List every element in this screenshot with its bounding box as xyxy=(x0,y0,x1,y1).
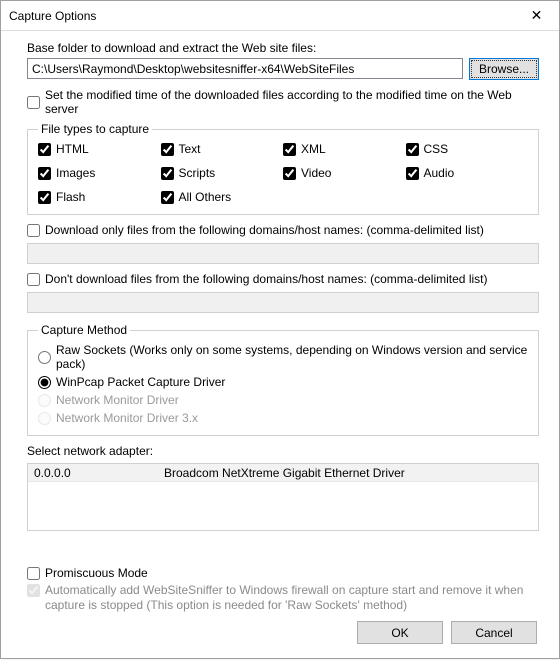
window-title: Capture Options xyxy=(9,9,96,23)
filetype-html-checkbox[interactable] xyxy=(38,143,51,156)
filetype-video-label: Video xyxy=(301,166,331,180)
capture-options-dialog: Capture Options ✕ Base folder to downloa… xyxy=(0,0,560,659)
radio-raw-sockets-label: Raw Sockets (Works only on some systems,… xyxy=(56,343,528,371)
capture-method-group: Capture Method Raw Sockets (Works only o… xyxy=(27,323,539,436)
radio-netmon-row: Network Monitor Driver xyxy=(38,393,528,407)
auto-firewall-row xyxy=(27,584,539,597)
download-only-label: Download only files from the following d… xyxy=(45,223,484,237)
filetype-xml-label: XML xyxy=(301,142,326,156)
radio-netmon3x xyxy=(38,412,51,425)
filetype-allothers-checkbox[interactable] xyxy=(161,191,174,204)
file-types-group: File types to capture HTML Text XML CSS … xyxy=(27,122,539,215)
filetype-allothers-label: All Others xyxy=(179,190,232,204)
dont-download-checkbox-row: Don't download files from the following … xyxy=(27,272,539,286)
radio-netmon3x-row: Network Monitor Driver 3.x xyxy=(38,411,528,425)
close-button[interactable]: ✕ xyxy=(514,1,559,30)
filetype-text-checkbox[interactable] xyxy=(161,143,174,156)
filetype-text-label: Text xyxy=(179,142,201,156)
browse-button[interactable]: Browse... xyxy=(469,58,539,80)
promiscuous-row: Promiscuous Mode xyxy=(27,566,539,580)
adapter-ip: 0.0.0.0 xyxy=(34,466,164,480)
spacer xyxy=(27,531,539,566)
cancel-button[interactable]: Cancel xyxy=(451,621,537,644)
filetype-html-label: HTML xyxy=(56,142,89,156)
dont-download-label: Don't download files from the following … xyxy=(45,272,487,286)
filetype-flash-checkbox[interactable] xyxy=(38,191,51,204)
promiscuous-label: Promiscuous Mode xyxy=(45,566,148,580)
ok-button[interactable]: OK xyxy=(357,621,443,644)
dialog-button-row: OK Cancel xyxy=(27,621,539,646)
adapter-row[interactable]: 0.0.0.0 Broadcom NetXtreme Gigabit Ether… xyxy=(28,464,538,482)
radio-winpcap-label: WinPcap Packet Capture Driver xyxy=(56,375,225,389)
radio-raw-sockets[interactable] xyxy=(38,351,51,364)
download-only-checkbox-row: Download only files from the following d… xyxy=(27,223,539,237)
capture-method-legend: Capture Method xyxy=(38,323,130,337)
filetype-css-checkbox[interactable] xyxy=(406,143,419,156)
base-folder-row: Browse... xyxy=(27,58,539,80)
base-folder-label: Base folder to download and extract the … xyxy=(27,41,539,55)
filetype-xml-checkbox[interactable] xyxy=(283,143,296,156)
content-area: Base folder to download and extract the … xyxy=(1,31,559,658)
filetype-flash-label: Flash xyxy=(56,190,85,204)
filetype-audio-checkbox[interactable] xyxy=(406,167,419,180)
adapter-label: Select network adapter: xyxy=(27,444,539,458)
dont-download-checkbox[interactable] xyxy=(27,273,40,286)
modified-time-label: Set the modified time of the downloaded … xyxy=(45,88,539,116)
filetype-scripts-checkbox[interactable] xyxy=(161,167,174,180)
promiscuous-checkbox[interactable] xyxy=(27,567,40,580)
file-types-legend: File types to capture xyxy=(38,122,152,136)
close-icon: ✕ xyxy=(531,7,543,24)
radio-netmon-label: Network Monitor Driver xyxy=(56,393,179,407)
filetype-video-checkbox[interactable] xyxy=(283,167,296,180)
file-types-grid: HTML Text XML CSS Images Scripts Video A… xyxy=(38,142,528,208)
auto-firewall-checkbox xyxy=(27,584,40,597)
filetype-audio-label: Audio xyxy=(424,166,455,180)
filetype-images-checkbox[interactable] xyxy=(38,167,51,180)
download-only-input[interactable] xyxy=(27,243,539,264)
adapter-list[interactable]: 0.0.0.0 Broadcom NetXtreme Gigabit Ether… xyxy=(27,463,539,531)
titlebar: Capture Options ✕ xyxy=(1,1,559,31)
adapter-name: Broadcom NetXtreme Gigabit Ethernet Driv… xyxy=(164,466,405,480)
radio-netmon xyxy=(38,394,51,407)
filetype-css-label: CSS xyxy=(424,142,449,156)
radio-winpcap[interactable] xyxy=(38,376,51,389)
modified-time-checkbox[interactable] xyxy=(27,96,40,109)
filetype-scripts-label: Scripts xyxy=(179,166,216,180)
radio-netmon3x-label: Network Monitor Driver 3.x xyxy=(56,411,198,425)
modified-time-checkbox-row: Set the modified time of the downloaded … xyxy=(27,88,539,116)
dont-download-input[interactable] xyxy=(27,292,539,313)
filetype-images-label: Images xyxy=(56,166,95,180)
base-folder-input[interactable] xyxy=(27,58,463,79)
radio-raw-sockets-row: Raw Sockets (Works only on some systems,… xyxy=(38,343,528,371)
download-only-checkbox[interactable] xyxy=(27,224,40,237)
radio-winpcap-row: WinPcap Packet Capture Driver xyxy=(38,375,528,389)
